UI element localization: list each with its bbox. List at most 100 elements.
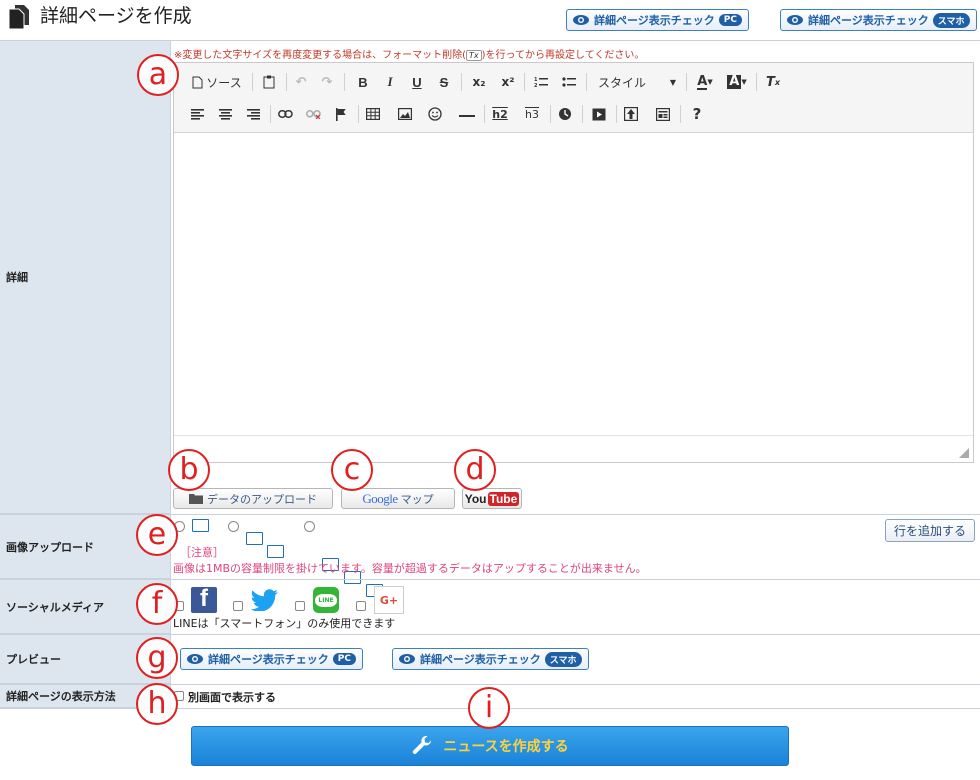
chevron-down-icon: ▼	[669, 77, 676, 87]
toolbar-separator	[344, 73, 345, 91]
align-left-icon[interactable]	[186, 103, 208, 125]
youtube-tube-text: Tube	[487, 491, 520, 506]
line-icon: LINE	[313, 587, 339, 613]
folder-icon	[189, 494, 203, 504]
svg-text:2: 2	[534, 83, 538, 88]
preview-check-pc-button[interactable]: 詳細ページ表示チェック PC	[180, 648, 363, 670]
eye-icon	[787, 15, 803, 25]
smartphone-badge: スマホ	[932, 12, 970, 28]
toolbar-separator	[756, 73, 757, 91]
template-icon[interactable]	[652, 103, 674, 125]
anchor-flag-icon[interactable]	[330, 103, 352, 125]
clear-format-inline-icon: Tx	[465, 50, 482, 61]
page-title: 詳細ページを作成	[40, 5, 192, 27]
format-notice: ※変更した文字サイズを再度変更する場合は、フォーマット削除(Tx)を行ってから再…	[174, 46, 644, 61]
superscript-button[interactable]: x²	[496, 71, 520, 93]
detail-label: 詳細	[0, 41, 170, 514]
double-image-icon	[267, 545, 284, 558]
table-icon[interactable]	[362, 103, 384, 125]
eye-icon	[573, 15, 589, 25]
pc-badge: PC	[718, 14, 742, 26]
toolbar-separator	[550, 105, 551, 123]
rich-text-editor[interactable]: ソース ↶ ↷ B I U S x₂ x² 12 スタイル ▼ A ▼ A ▼ Tx	[173, 62, 974, 463]
annotation-marker-e: e	[136, 514, 178, 556]
remove-format-icon[interactable]: Tx	[762, 71, 784, 93]
heading-h2-button[interactable]: h2	[488, 103, 512, 125]
heading-h3-button[interactable]: h3	[520, 103, 544, 125]
google-plus-checkbox[interactable]	[356, 601, 366, 611]
create-news-label: ニュースを作成する	[443, 739, 569, 755]
toolbar-separator	[616, 105, 617, 123]
twitter-checkbox[interactable]	[233, 601, 243, 611]
annotation-marker-h: h	[136, 683, 178, 725]
preview-check-label: 詳細ページ表示チェック	[208, 653, 329, 666]
underline-button[interactable]: U	[406, 71, 428, 93]
detail-check-label: 詳細ページ表示チェック	[808, 14, 929, 27]
link-icon[interactable]	[274, 103, 296, 125]
background-color-icon[interactable]: A ▼	[724, 71, 750, 93]
youtube-button[interactable]: You Tube	[462, 488, 522, 509]
pc-badge: PC	[332, 653, 356, 665]
new-window-label: 別画面で表示する	[188, 691, 276, 704]
resize-handle-icon[interactable]	[959, 448, 969, 458]
source-button[interactable]: ソース	[188, 71, 246, 93]
bold-button[interactable]: B	[352, 71, 374, 93]
editor-bottom-divider	[174, 435, 973, 436]
detail-check-pc-button[interactable]: 詳細ページ表示チェック PC	[566, 9, 749, 31]
toolbar-separator	[252, 73, 253, 91]
clock-icon[interactable]	[554, 103, 576, 125]
annotation-marker-c: c	[331, 449, 373, 491]
eye-icon	[399, 654, 415, 664]
redo-icon[interactable]: ↷	[316, 71, 338, 93]
help-icon[interactable]: ?	[686, 103, 708, 125]
google-map-button[interactable]: Google マップ	[341, 488, 455, 509]
image-layout-2-radio[interactable]	[228, 521, 239, 532]
row-divider	[170, 514, 980, 515]
upload-arrow-icon[interactable]	[620, 103, 642, 125]
double-image-icon	[246, 532, 263, 545]
toolbar-separator	[270, 105, 271, 123]
line-checkbox[interactable]	[295, 601, 305, 611]
align-center-icon[interactable]	[214, 103, 236, 125]
data-upload-button[interactable]: データのアップロード	[173, 488, 333, 509]
image-layout-3-radio[interactable]	[304, 521, 315, 532]
document-icon	[8, 5, 29, 30]
data-upload-label: データのアップロード	[207, 492, 317, 506]
twitter-icon	[251, 589, 278, 611]
numbered-list-icon[interactable]: 12	[530, 71, 552, 93]
image-icon[interactable]	[394, 103, 416, 125]
google-logo-text: Google	[362, 490, 398, 506]
row-divider	[170, 634, 980, 635]
style-dropdown[interactable]: スタイル ▼	[594, 71, 680, 93]
source-icon	[192, 76, 203, 88]
undo-icon[interactable]: ↶	[290, 71, 312, 93]
source-label: ソース	[206, 75, 242, 90]
toolbar-separator	[524, 73, 525, 91]
google-plus-icon: G+	[374, 586, 404, 614]
detail-check-smartphone-button[interactable]: 詳細ページ表示チェック スマホ	[780, 9, 977, 31]
google-map-label: マップ	[400, 492, 434, 506]
add-row-button[interactable]: 行を追加する	[885, 519, 975, 542]
editor-content-area[interactable]	[174, 134, 973, 434]
horizontal-line-icon[interactable]	[456, 103, 478, 125]
create-news-button[interactable]: ニュースを作成する	[191, 726, 789, 766]
align-right-icon[interactable]	[242, 103, 264, 125]
annotation-marker-b: b	[168, 449, 210, 491]
youtube-you-text: You	[464, 491, 487, 506]
unlink-icon[interactable]	[302, 103, 324, 125]
smiley-icon[interactable]	[424, 103, 446, 125]
bulleted-list-icon[interactable]	[558, 71, 580, 93]
strikethrough-button[interactable]: S	[433, 71, 455, 93]
smartphone-badge: スマホ	[544, 651, 582, 667]
text-color-icon[interactable]: A ▼	[692, 71, 718, 93]
toolbar-separator	[586, 73, 587, 91]
subscript-button[interactable]: x₂	[467, 71, 491, 93]
video-icon[interactable]	[588, 103, 610, 125]
italic-button[interactable]: I	[379, 71, 401, 93]
annotation-marker-a: a	[137, 54, 179, 96]
image-note-title: ［注意］	[180, 546, 224, 559]
preview-check-smartphone-button[interactable]: 詳細ページ表示チェック スマホ	[392, 648, 589, 670]
line-note: LINEは「スマートフォン」のみ使用できます	[173, 617, 396, 630]
annotation-marker-f: f	[136, 583, 178, 625]
paste-icon[interactable]	[258, 71, 280, 93]
